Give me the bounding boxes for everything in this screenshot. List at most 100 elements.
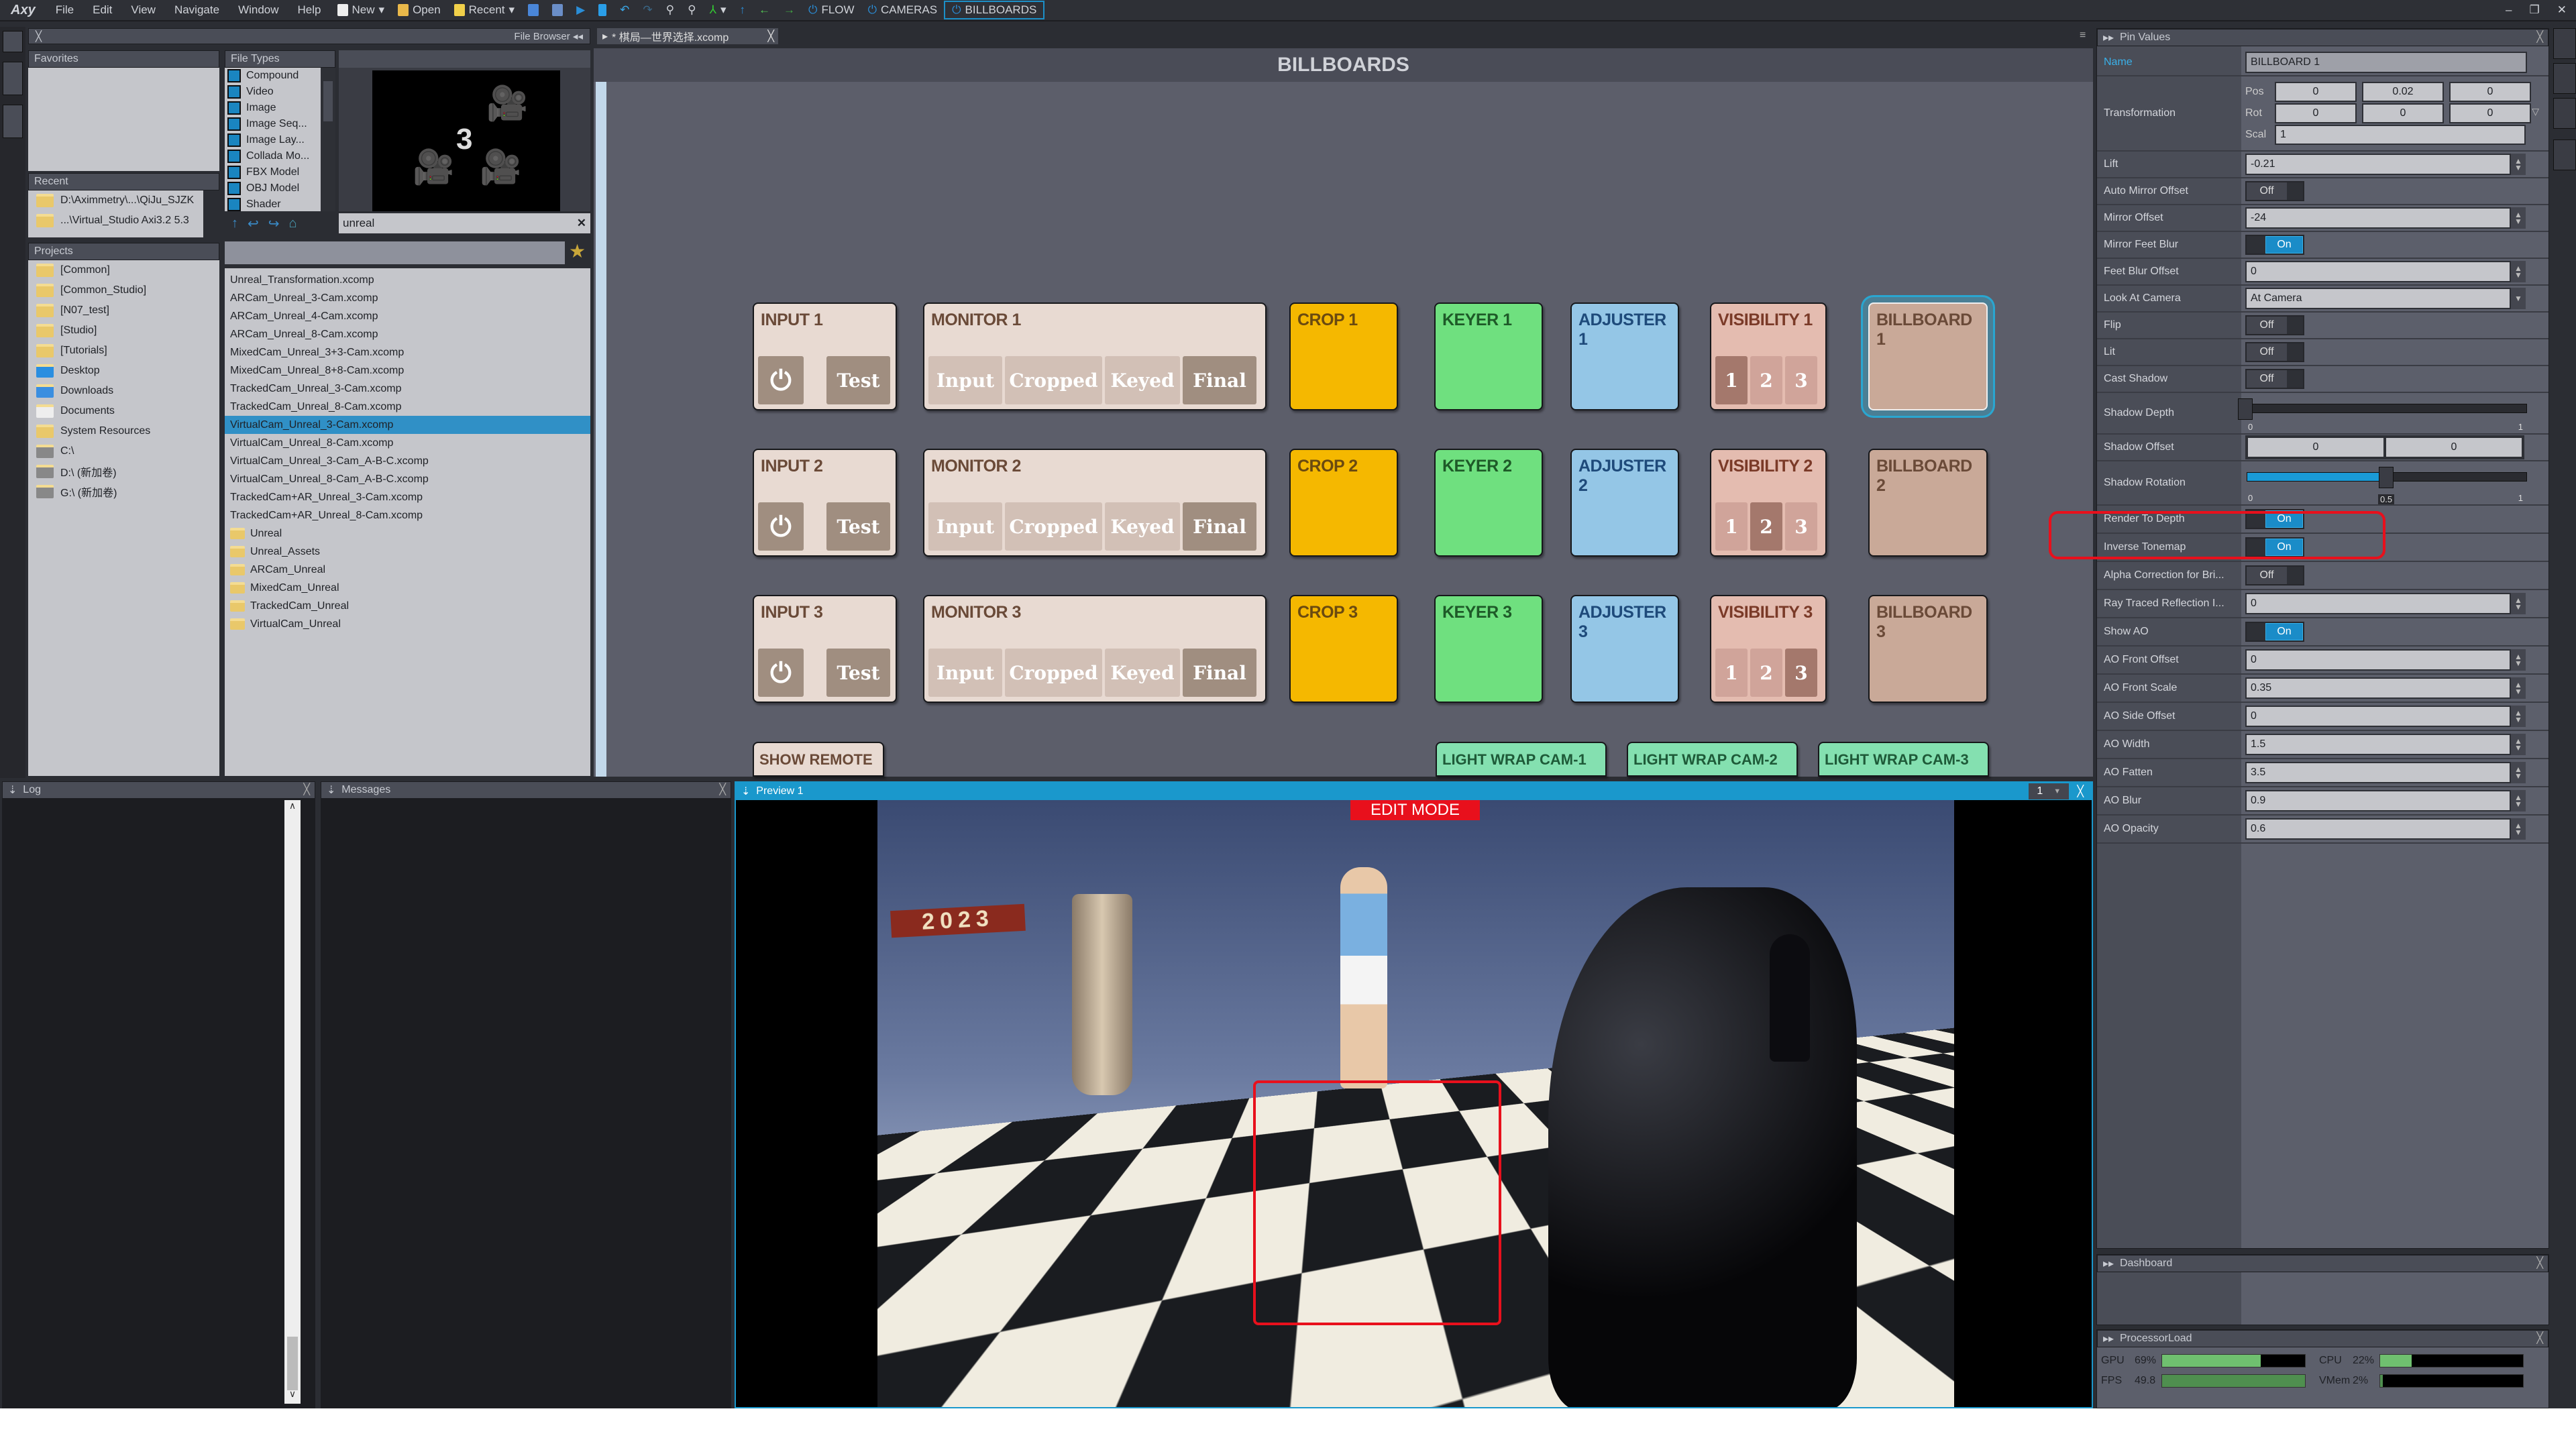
menu-navigate[interactable]: Navigate [165, 3, 229, 17]
spinner-icon[interactable]: ▲ ▼ [2511, 762, 2526, 783]
project-item[interactable]: [Studio] [28, 321, 219, 341]
project-item[interactable]: D:\ (新加卷) [28, 461, 219, 482]
adjuster-card[interactable]: ADJUSTER 2 [1570, 449, 1679, 557]
file-type-item[interactable]: Image Seq... [225, 116, 321, 132]
project-item[interactable]: Documents [28, 401, 219, 421]
slider[interactable]: 01 [2238, 393, 2527, 433]
undo-button[interactable]: ↶ [613, 3, 636, 17]
minimize-button[interactable]: – [2506, 3, 2512, 17]
menu-file[interactable]: File [46, 3, 83, 17]
folder-item[interactable]: VirtualCam_Unreal [225, 615, 590, 633]
checkbox[interactable] [227, 150, 241, 163]
file-item[interactable]: TrackedCam_Unreal_3-Cam.xcomp [225, 380, 590, 398]
test-button[interactable]: Test [826, 649, 890, 697]
device-icon[interactable] [3, 62, 23, 95]
file-item[interactable]: VirtualCam_Unreal_3-Cam.xcomp [225, 416, 590, 434]
file-item[interactable]: TrackedCam+AR_Unreal_3-Cam.xcomp [225, 488, 590, 506]
close-icon[interactable]: ╳ [36, 30, 42, 42]
project-item[interactable]: Desktop [28, 361, 219, 381]
zoom-in-button[interactable]: ⚲ [659, 3, 681, 17]
monitor-input-button[interactable]: Input [928, 649, 1002, 697]
folder-item[interactable]: TrackedCam_Unreal [225, 597, 590, 615]
adjuster-card[interactable]: ADJUSTER 3 [1570, 595, 1679, 703]
toggle-switch[interactable]: Off [2245, 181, 2304, 201]
checkbox[interactable] [227, 85, 241, 99]
file-type-item[interactable]: FBX Model [225, 164, 321, 180]
close-icon[interactable]: ╳ [2536, 1331, 2543, 1345]
spinner-icon[interactable]: ▲ ▼ [2511, 706, 2526, 727]
play-button[interactable]: ▶ [570, 3, 592, 17]
search-input[interactable]: unreal ✕ [339, 213, 590, 233]
forward-button[interactable]: → [777, 3, 802, 17]
spinner-icon[interactable]: ▲ ▼ [2511, 207, 2526, 229]
file-item[interactable]: VirtualCam_Unreal_3-Cam_A-B-C.xcomp [225, 452, 590, 470]
monitor-keyed-button[interactable]: Keyed [1105, 649, 1180, 697]
visibility-2-button[interactable]: 2 [1750, 356, 1782, 404]
file-type-item[interactable]: Image Lay... [225, 132, 321, 148]
visibility-card[interactable]: VISIBILITY 1 123 [1710, 302, 1827, 410]
tab-billboards[interactable]: ⏻ BILLBOARDS [944, 1, 1045, 19]
spinner-icon[interactable]: ▲ ▼ [2511, 734, 2526, 755]
number-field[interactable]: 0.35 [2245, 677, 2511, 699]
rot-field[interactable]: 0 [2449, 103, 2531, 123]
monitor-cropped-button[interactable]: Cropped [1005, 649, 1102, 697]
monitor-keyed-button[interactable]: Keyed [1105, 356, 1180, 404]
recent-item[interactable]: D:\Aximmetry\...\QiJu_SJZK [28, 190, 203, 211]
billboard-card[interactable]: BILLBOARD 2 [1868, 449, 1988, 557]
monitor-final-button[interactable]: Final [1183, 356, 1256, 404]
rot-field[interactable]: 0 [2362, 103, 2444, 123]
offset-field[interactable]: 0 [2385, 437, 2523, 458]
name-field[interactable]: BILLBOARD 1 [2245, 51, 2527, 73]
monitor-final-button[interactable]: Final [1183, 649, 1256, 697]
toggle-switch[interactable]: Off [2245, 342, 2304, 362]
toggle-switch[interactable]: On [2245, 235, 2304, 255]
input-card[interactable]: INPUT 2 ⏻ Test [753, 449, 897, 557]
path-bar[interactable] [225, 241, 565, 264]
save-all-button[interactable] [545, 4, 570, 16]
file-type-item[interactable]: Video [225, 84, 321, 100]
file-types-scrollbar[interactable] [321, 68, 335, 211]
adjuster-card[interactable]: ADJUSTER 1 [1570, 302, 1679, 410]
number-field[interactable]: 0 [2245, 593, 2511, 614]
zoom-out-button[interactable]: ⚲ [681, 3, 702, 17]
project-item[interactable]: C:\ [28, 441, 219, 461]
show-remote-button[interactable]: SHOW REMOTE [753, 742, 884, 777]
number-field[interactable]: 1.5 [2245, 734, 2511, 755]
file-item[interactable]: MixedCam_Unreal_8+8-Cam.xcomp [225, 361, 590, 380]
monitor-card[interactable]: MONITOR 3 Input Cropped Keyed Final [923, 595, 1267, 703]
monitor-final-button[interactable]: Final [1183, 502, 1256, 551]
folder-item[interactable]: MixedCam_Unreal [225, 579, 590, 597]
pos-field[interactable]: 0 [2275, 82, 2357, 102]
spinner-icon[interactable]: ▲ ▼ [2511, 154, 2526, 175]
crop-card[interactable]: CROP 3 [1289, 595, 1398, 703]
storage-icon[interactable] [3, 105, 23, 138]
number-field[interactable]: 0 [2245, 649, 2511, 671]
visibility-1-button[interactable]: 1 [1715, 649, 1748, 697]
monitor-input-button[interactable]: Input [928, 502, 1002, 551]
checkbox[interactable] [227, 198, 241, 211]
spinner-icon[interactable]: ▲ ▼ [2511, 790, 2526, 812]
file-item[interactable]: MixedCam_Unreal_3+3-Cam.xcomp [225, 343, 590, 361]
file-type-item[interactable]: Image [225, 100, 321, 116]
checkbox[interactable] [227, 117, 241, 131]
test-button[interactable]: Test [826, 502, 890, 551]
clapper-icon[interactable] [2553, 28, 2576, 59]
redo-button[interactable]: ↷ [636, 3, 659, 17]
layers-icon[interactable] [2553, 98, 2576, 129]
chevron-down-icon[interactable]: ▼ [2511, 288, 2526, 309]
file-item[interactable]: TrackedCam+AR_Unreal_8-Cam.xcomp [225, 506, 590, 524]
project-item[interactable]: Downloads [28, 381, 219, 401]
file-type-item[interactable]: OBJ Model [225, 180, 321, 197]
file-item[interactable]: TrackedCam_Unreal_8-Cam.xcomp [225, 398, 590, 416]
spinner-icon[interactable]: ▲ ▼ [2511, 649, 2526, 671]
pin-icon[interactable]: ⇣ [741, 785, 750, 798]
expand-icon[interactable]: ▸▸ [2103, 1332, 2114, 1345]
clear-search-button[interactable]: ✕ [577, 217, 590, 230]
rot-field[interactable]: 0 [2275, 103, 2357, 123]
tab-cameras[interactable]: ⏻ CAMERAS [861, 3, 945, 17]
folder-item[interactable]: ARCam_Unreal [225, 561, 590, 579]
file-item[interactable]: Unreal_Transformation.xcomp [225, 271, 590, 289]
back-button[interactable]: ← [752, 3, 777, 17]
visibility-3-button[interactable]: 3 [1785, 649, 1817, 697]
project-item[interactable]: G:\ (新加卷) [28, 482, 219, 502]
